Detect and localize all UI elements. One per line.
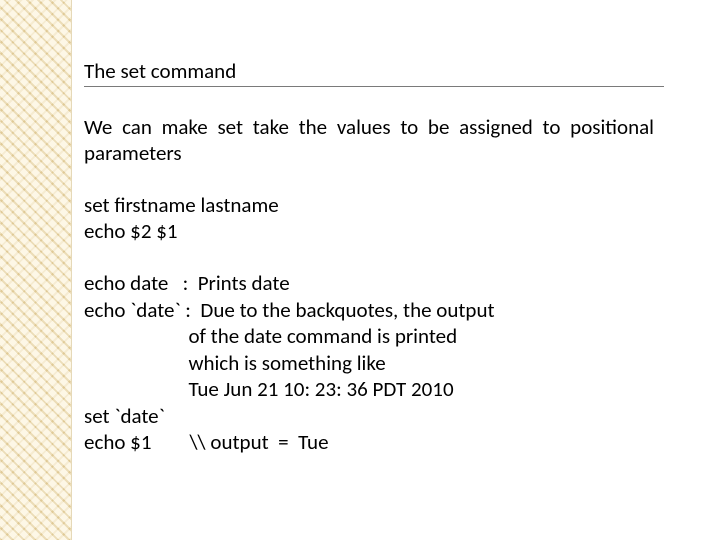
code-block-1: set firstname lastname echo $2 $1 bbox=[84, 192, 654, 244]
code-block-2: echo date : Prints date echo `date` : Du… bbox=[84, 270, 674, 455]
slide-content: The set command We can make set take the… bbox=[84, 58, 668, 455]
slide: The set command We can make set take the… bbox=[0, 0, 720, 540]
slide-title: The set command bbox=[84, 58, 664, 87]
decorative-sidebar-pattern bbox=[0, 0, 72, 540]
intro-paragraph: We can make set take the values to be as… bbox=[84, 115, 654, 166]
